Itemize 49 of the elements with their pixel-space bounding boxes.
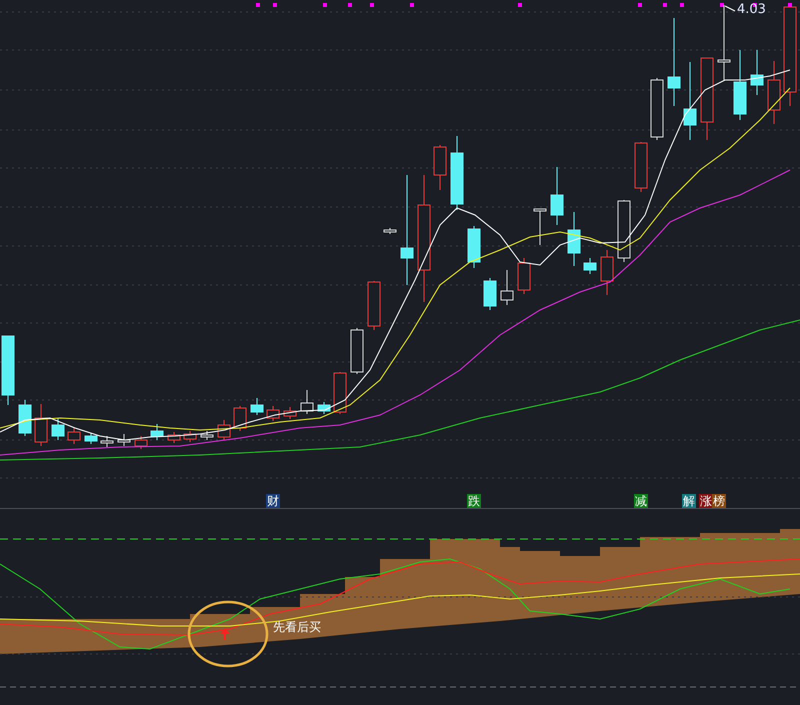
candlestick [368, 280, 380, 330]
candlestick [500, 270, 514, 306]
event-tag: 减 [634, 494, 648, 508]
candlestick [266, 406, 280, 422]
candlestick [118, 434, 130, 446]
event-tag: 财 [266, 494, 280, 508]
candlestick [334, 372, 346, 414]
high-price-label: 4.03 [737, 2, 766, 17]
candlestick [318, 402, 330, 414]
candlestick [250, 398, 264, 416]
candlestick [200, 430, 214, 440]
candlestick [218, 420, 230, 440]
candlestick [518, 258, 530, 294]
candlestick [100, 436, 114, 448]
candlestick [550, 166, 564, 226]
candlestick [650, 78, 664, 140]
candlestick [734, 50, 746, 120]
candlestick [34, 404, 48, 446]
event-tag: 跌 [467, 494, 481, 508]
candlestick [750, 50, 764, 96]
candlestick [768, 60, 780, 124]
candlestick [2, 336, 14, 406]
candlestick [168, 432, 180, 444]
candlestick [350, 328, 364, 374]
candlestick [84, 432, 98, 444]
candlestick [618, 200, 630, 262]
candlestick [184, 430, 196, 442]
candlestick [300, 390, 314, 414]
signal-label: 先看后买 [273, 619, 321, 636]
candlestick [134, 436, 148, 450]
candlestick [150, 424, 164, 440]
candlestick [584, 258, 596, 274]
up-arrow-icon [220, 628, 230, 640]
leader-line [724, 6, 736, 12]
candlestick [634, 142, 648, 192]
event-tag: 榜 [712, 494, 726, 508]
candlestick [52, 418, 64, 440]
candlestick [18, 400, 32, 436]
candlestick [284, 406, 296, 420]
candlestick [434, 144, 446, 190]
candlestick [68, 428, 80, 444]
candlestick [468, 226, 480, 268]
candlestick [484, 278, 496, 310]
event-tag: 解 [682, 494, 696, 508]
candlestick [600, 250, 614, 296]
candlestick [568, 212, 580, 266]
candlestick [534, 208, 546, 246]
candlestick [234, 406, 246, 432]
event-tag: 涨 [699, 494, 713, 508]
